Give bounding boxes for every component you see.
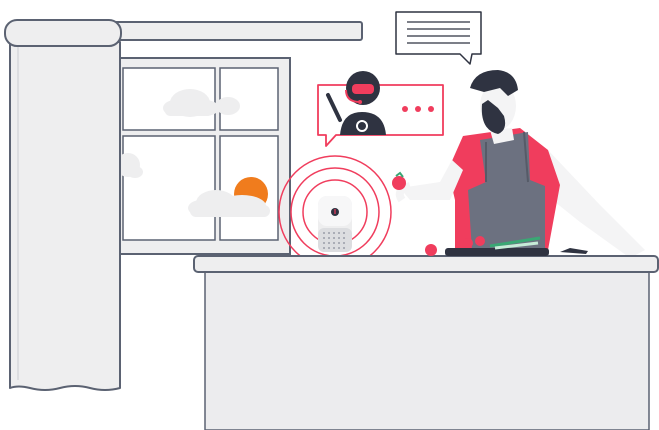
curtain-top — [4, 19, 122, 47]
typing-dots-icon — [402, 106, 434, 112]
scene-illustration — [4, 11, 659, 430]
knife-icon — [560, 248, 588, 254]
smart-speaker-icon — [278, 155, 392, 269]
chat-bubble-icon — [395, 11, 482, 65]
assistant-call-bubble — [317, 71, 444, 147]
curtain — [9, 41, 121, 391]
kitchen-counter — [193, 255, 659, 430]
kitchen-scene — [0, 0, 659, 430]
window — [116, 57, 291, 255]
tomato-icon — [392, 171, 406, 190]
